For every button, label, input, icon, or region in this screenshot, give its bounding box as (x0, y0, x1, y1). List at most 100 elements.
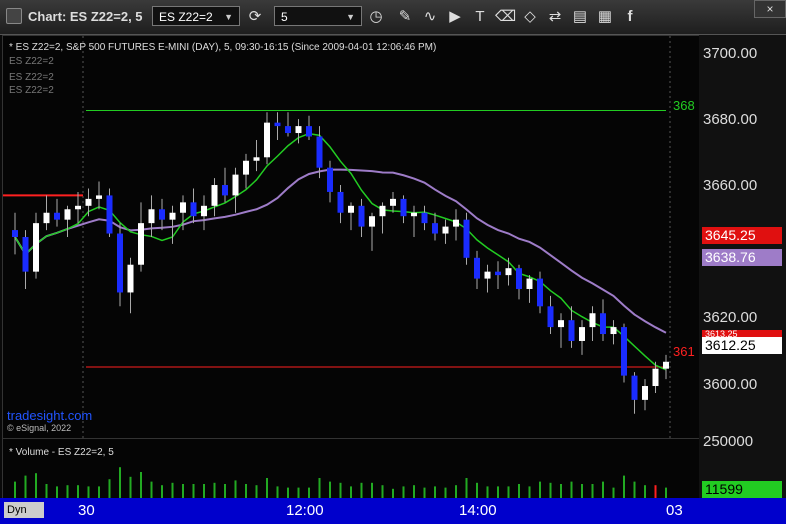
dyn-label: Dyn (7, 504, 27, 516)
price-label: 3680.00 (703, 111, 758, 128)
candle-body (589, 313, 596, 328)
time-label: 30 (78, 502, 95, 519)
candle-body (12, 230, 18, 237)
price-label: 3600.00 (703, 376, 758, 393)
volume-bar (24, 475, 27, 499)
green-level-label: 368 (673, 98, 695, 113)
legend-item: ES Z22=2 (9, 72, 54, 83)
candle-body (85, 198, 92, 206)
sync-icon[interactable]: ⇄ (545, 7, 565, 27)
price-pane[interactable]: * ES Z22=2, S&P 500 FUTURES E-MINI (DAY)… (2, 35, 700, 439)
volume-bar (570, 481, 573, 499)
tag-icon[interactable]: ◇ (520, 7, 540, 27)
facebook-icon[interactable]: f (620, 7, 640, 27)
volume-bar (371, 482, 373, 499)
time-label: 12:00 (286, 502, 324, 519)
candle-body (537, 278, 543, 307)
candle-body (54, 212, 60, 220)
volume-bar (192, 484, 195, 499)
volume-bar (518, 484, 520, 499)
volume-bar (602, 481, 604, 499)
candle-body (337, 191, 344, 213)
volume-pane[interactable]: * Volume - ES Z22=2, 5 (2, 438, 700, 500)
candle-body (516, 268, 522, 289)
save-icon[interactable]: ▤ (570, 7, 590, 27)
dyn-button[interactable]: Dyn (4, 502, 44, 518)
volume-bar (14, 481, 16, 499)
candle-body (390, 198, 396, 206)
volume-bar (66, 485, 69, 499)
symbol-link-icon[interactable]: ⟳ (245, 7, 265, 27)
volume-tag: 11599 (702, 481, 782, 498)
candle-body (526, 278, 533, 289)
volume-bar (539, 481, 541, 499)
watermark: tradesight.com (7, 408, 93, 423)
volume-bar (203, 484, 205, 499)
candle-body (243, 160, 249, 175)
volume-bar (455, 485, 457, 499)
candle-body (558, 320, 564, 328)
candle-body (652, 368, 659, 387)
volume-bar (413, 485, 415, 499)
candle-body (33, 223, 39, 272)
volume-bar (581, 484, 583, 499)
last-price-tag: 3612.25 (702, 337, 782, 354)
interval-combo[interactable]: 5 ▼ (274, 6, 362, 26)
candle-body (159, 209, 165, 220)
candle-body (379, 205, 386, 217)
candle-body (453, 219, 459, 227)
candle-body (568, 320, 575, 341)
volume-bar (45, 484, 48, 499)
candle-body (211, 185, 218, 206)
volume-bar (140, 472, 142, 499)
candle-body (358, 205, 365, 227)
indicator-icon[interactable]: ∿ (420, 7, 440, 27)
candle-body (474, 257, 480, 279)
candle-body (610, 327, 617, 335)
candle-body (75, 205, 81, 210)
price-axis[interactable]: 3700.00 3680.00 3660.00 3620.00 3600.00 … (699, 35, 786, 498)
title-bar: Chart: ES Z22=2, 5 ES Z22=2 ▼ ⟳ 5 ▼ ◷ ✎ … (0, 0, 786, 35)
legend-item: ES Z22=2 (9, 56, 54, 67)
volume-bar (560, 484, 562, 499)
candle-body (201, 205, 207, 217)
volume-bar (234, 480, 237, 499)
candle-body (264, 122, 270, 158)
pencil-icon[interactable]: ✎ (395, 7, 415, 27)
candle-body (169, 212, 176, 220)
candle-body (432, 223, 438, 234)
candle-body (411, 212, 417, 217)
chart-header: * ES Z22=2, S&P 500 FUTURES E-MINI (DAY)… (9, 42, 437, 53)
time-label: 14:00 (459, 502, 497, 519)
candle-body (127, 264, 134, 293)
candle-body (106, 195, 113, 234)
candle-body (138, 223, 144, 265)
chart-grid-icon[interactable]: ▦ (595, 7, 615, 27)
volume-bar (465, 478, 468, 499)
candle-body (421, 212, 428, 224)
candle-body (505, 268, 512, 276)
eraser-icon[interactable]: ⌫ (495, 7, 516, 27)
play-icon[interactable]: ▶ (445, 7, 465, 27)
window-menu-icon[interactable] (6, 8, 22, 24)
symbol-combo[interactable]: ES Z22=2 ▼ (152, 6, 240, 26)
close-icon[interactable]: × (754, 0, 786, 18)
candle-body (64, 209, 71, 220)
candle-body (190, 202, 197, 217)
candle-body (369, 216, 375, 227)
volume-bar (150, 481, 153, 499)
candle-body (316, 136, 323, 168)
volume-bar (318, 478, 321, 499)
volume-bar (255, 485, 258, 499)
window-title: Chart: ES Z22=2, 5 (28, 9, 143, 24)
price-chart (3, 36, 671, 438)
volume-bar (644, 485, 646, 499)
candle-body (400, 198, 407, 217)
text-tool-icon[interactable]: T (470, 7, 490, 27)
candle-body (148, 209, 155, 224)
volume-bar (108, 479, 111, 499)
clock-icon[interactable]: ◷ (366, 7, 386, 27)
volume-axis-label: 250000 (703, 433, 754, 450)
candle-body (180, 202, 186, 213)
price-tag-purple: 3638.76 (702, 249, 782, 266)
